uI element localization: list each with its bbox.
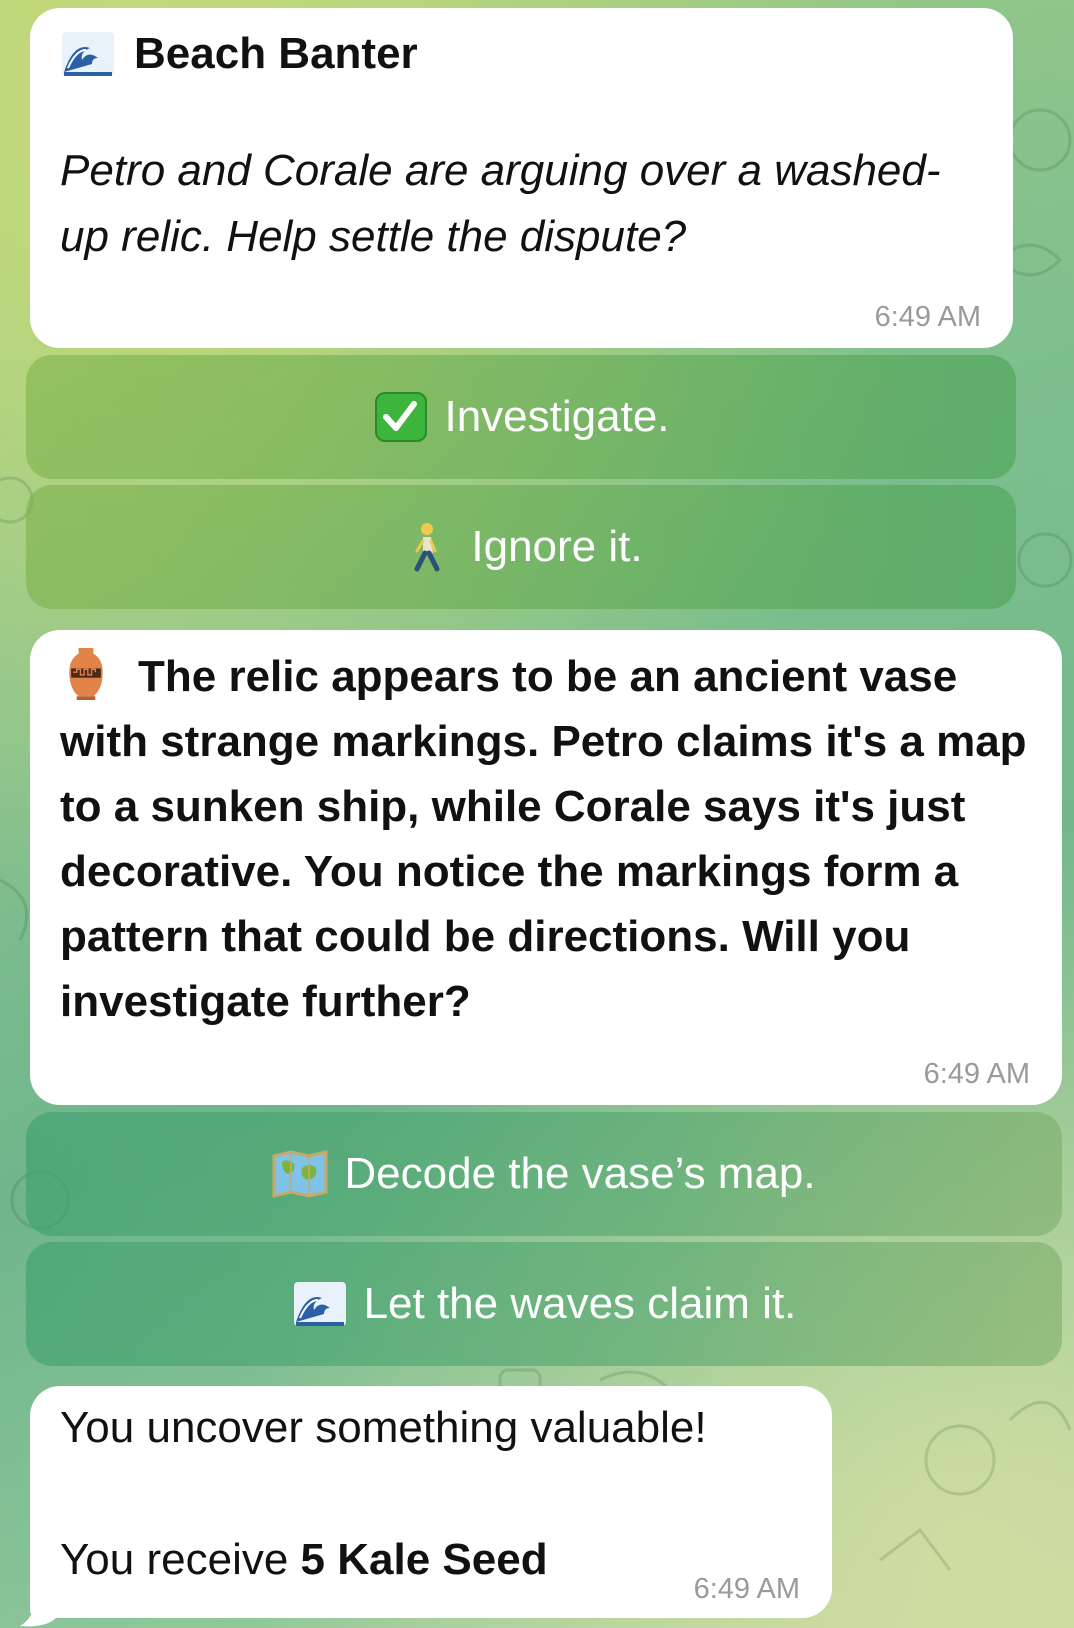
message-body: The relic appears to be an ancient vase … [60, 644, 1040, 1034]
amphora-icon [69, 648, 103, 700]
message-bubble-relic: The relic appears to be an ancient vase … [30, 630, 1062, 1105]
reward-prefix: You receive [60, 1535, 301, 1584]
ignore-button[interactable]: Ignore it. [26, 485, 1016, 609]
message-body: Petro and Corale are arguing over a wash… [60, 146, 941, 261]
message-timestamp: 6:49 AM [923, 1058, 1030, 1090]
investigate-button[interactable]: Investigate. [26, 355, 1016, 479]
wave-icon [62, 32, 114, 76]
walking-person-icon [414, 523, 440, 572]
wave-icon [293, 1282, 346, 1326]
reward-item: 5 Kale Seed [300, 1535, 548, 1584]
ignore-button-label: Ignore it. [471, 522, 643, 571]
message-timestamp: 6:49 AM [874, 301, 981, 333]
message-title: Beach Banter [134, 29, 418, 78]
message-title-row: Beach Banter [60, 28, 983, 80]
let-waves-claim-button-label: Let the waves claim it. [363, 1279, 797, 1328]
reward-line-1: You uncover something valuable! [60, 1403, 707, 1452]
let-waves-claim-button[interactable]: Let the waves claim it. [26, 1242, 1062, 1366]
message-bubble-beach-banter: Beach Banter Petro and Corale are arguin… [30, 8, 1013, 348]
message-bubble-reward: You uncover something valuable! You rece… [30, 1386, 832, 1618]
world-map-icon [272, 1150, 328, 1198]
check-mark-icon [375, 392, 428, 442]
decode-map-button[interactable]: Decode the vase’s map. [26, 1112, 1062, 1236]
message-timestamp: 6:49 AM [693, 1573, 800, 1605]
reward-line-2: You receive 5 Kale Seed [60, 1528, 802, 1592]
bubble-tail [20, 1598, 56, 1627]
message-body-text: The relic appears to be an ancient vase … [60, 652, 1027, 1026]
decode-map-button-label: Decode the vase’s map. [344, 1149, 816, 1198]
investigate-button-label: Investigate. [444, 392, 670, 441]
